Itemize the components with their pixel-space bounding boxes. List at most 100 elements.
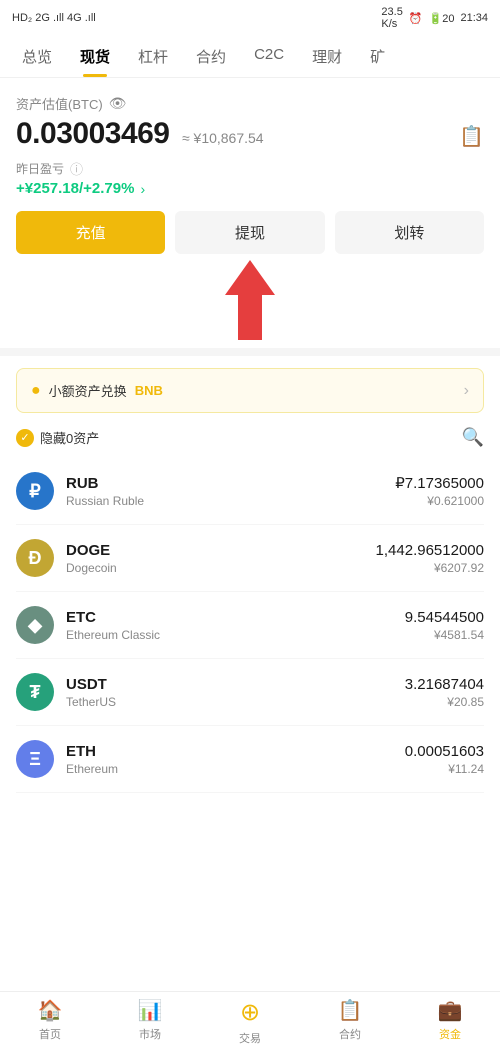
- asset-cny-value: ≈ ¥10,867.54: [182, 130, 264, 146]
- banner-arrow-icon: ›: [464, 382, 469, 400]
- doge-amount: 1,442.96512000 ¥6207.92: [376, 542, 484, 575]
- usdt-qty: 3.21687404: [405, 676, 484, 693]
- arrow-overlay: [16, 260, 484, 340]
- nav-home-label: 首页: [39, 1026, 61, 1042]
- eth-qty: 0.00051603: [405, 743, 484, 760]
- assets-icon: 💼: [438, 998, 463, 1023]
- nav-market-label: 市场: [139, 1026, 161, 1042]
- bottom-nav: 🏠 首页 📊 市场 ⊕ 交易 📋 合约 💼 资金: [0, 991, 500, 1056]
- eye-icon[interactable]: 👁: [109, 95, 127, 112]
- rub-name: Russian Ruble: [66, 494, 395, 508]
- market-icon: 📊: [138, 998, 163, 1023]
- etc-cny: ¥4581.54: [405, 628, 484, 642]
- status-right: 23.5K/s ⏰ 🔋20 21:34: [381, 6, 488, 30]
- battery-icon: 🔋20: [429, 12, 455, 25]
- report-icon[interactable]: 📋: [459, 124, 484, 149]
- tab-overview[interactable]: 总览: [8, 36, 66, 77]
- coin-row-eth[interactable]: Ξ ETH Ethereum 0.00051603 ¥11.24: [16, 726, 484, 793]
- eth-icon: Ξ: [16, 740, 54, 778]
- hide-left: ✓ 隐藏0资产: [16, 428, 99, 447]
- coin-row-etc[interactable]: ◆ ETC Ethereum Classic 9.54544500 ¥4581.…: [16, 592, 484, 659]
- etc-info: ETC Ethereum Classic: [66, 609, 405, 642]
- withdraw-button[interactable]: 提现: [175, 211, 324, 254]
- tab-c2c[interactable]: C2C: [240, 36, 298, 77]
- doge-symbol: DOGE: [66, 542, 376, 559]
- tab-mining[interactable]: 矿: [356, 36, 399, 77]
- usdt-name: TetherUS: [66, 695, 405, 709]
- eth-cny: ¥11.24: [405, 762, 484, 776]
- tab-margin[interactable]: 杠杆: [124, 36, 182, 77]
- etc-symbol: ETC: [66, 609, 405, 626]
- rub-icon: ₽: [16, 472, 54, 510]
- usdt-icon: ₮: [16, 673, 54, 711]
- doge-cny: ¥6207.92: [376, 561, 484, 575]
- nav-market[interactable]: 📊 市场: [100, 998, 200, 1046]
- nav-assets[interactable]: 💼 资金: [400, 998, 500, 1046]
- search-icon[interactable]: 🔍: [462, 427, 484, 448]
- time-display: 21:34: [460, 12, 488, 24]
- rub-cny: ¥0.621000: [395, 494, 484, 508]
- pnl-value: +¥257.18/+2.79%: [16, 180, 134, 197]
- eth-info: ETH Ethereum: [66, 743, 405, 776]
- asset-label: 资产估值(BTC) 👁: [16, 94, 484, 113]
- asset-value-container: 0.03003469 ≈ ¥10,867.54: [16, 117, 264, 151]
- usdt-amount: 3.21687404 ¥20.85: [405, 676, 484, 709]
- pnl-label: 昨日盈亏: [16, 160, 64, 177]
- usdt-cny: ¥20.85: [405, 695, 484, 709]
- coin-row-usdt[interactable]: ₮ USDT TetherUS 3.21687404 ¥20.85: [16, 659, 484, 726]
- section-divider: [0, 348, 500, 356]
- tab-futures[interactable]: 合约: [182, 36, 240, 77]
- usdt-info: USDT TetherUS: [66, 676, 405, 709]
- eth-name: Ethereum: [66, 762, 405, 776]
- bnb-label: BNB: [135, 383, 163, 398]
- coin-row-rub[interactable]: ₽ RUB Russian Ruble ₽7.17365000 ¥0.62100…: [16, 458, 484, 525]
- rub-qty: ₽7.17365000: [395, 474, 484, 492]
- deposit-button[interactable]: 充值: [16, 211, 165, 254]
- status-left: HD₂ 2G .ıll 4G .ıll: [12, 12, 96, 24]
- network-icons: HD₂ 2G .ıll 4G .ıll: [12, 12, 96, 24]
- check-circle-icon[interactable]: ✓: [16, 429, 34, 447]
- nav-trade[interactable]: ⊕ 交易: [200, 998, 300, 1046]
- etc-amount: 9.54544500 ¥4581.54: [405, 609, 484, 642]
- banner-left: ● 小额资产兑换 BNB: [31, 381, 163, 400]
- tab-finance[interactable]: 理财: [298, 36, 356, 77]
- coin-list: ₽ RUB Russian Ruble ₽7.17365000 ¥0.62100…: [16, 458, 484, 793]
- lower-section: ● 小额资产兑换 BNB › ✓ 隐藏0资产 🔍 ₽ RUB Russian R…: [0, 356, 500, 873]
- rub-amount: ₽7.17365000 ¥0.621000: [395, 474, 484, 508]
- main-content: 资产估值(BTC) 👁 0.03003469 ≈ ¥10,867.54 📋 昨日…: [0, 78, 500, 340]
- coin-row-doge[interactable]: Ð DOGE Dogecoin 1,442.96512000 ¥6207.92: [16, 525, 484, 592]
- nav-assets-label: 资金: [439, 1026, 461, 1042]
- doge-qty: 1,442.96512000: [376, 542, 484, 559]
- nav-futures-label: 合约: [339, 1026, 361, 1042]
- etc-name: Ethereum Classic: [66, 628, 405, 642]
- asset-section: 资产估值(BTC) 👁 0.03003469 ≈ ¥10,867.54 📋 昨日…: [16, 94, 484, 197]
- eth-symbol: ETH: [66, 743, 405, 760]
- pnl-row: 昨日盈亏 ⓘ: [16, 159, 484, 178]
- trade-icon: ⊕: [240, 998, 260, 1027]
- alarm-icon: ⏰: [409, 12, 423, 25]
- nav-futures[interactable]: 📋 合约: [300, 998, 400, 1046]
- hide-assets-label: 隐藏0资产: [40, 428, 99, 447]
- rub-symbol: RUB: [66, 475, 395, 492]
- nav-home[interactable]: 🏠 首页: [0, 998, 100, 1046]
- doge-name: Dogecoin: [66, 561, 376, 575]
- pnl-arrow-icon: ›: [140, 181, 145, 197]
- etc-icon: ◆: [16, 606, 54, 644]
- banner-text: 小额资产兑换: [49, 381, 127, 400]
- bnb-icon: ●: [31, 382, 41, 400]
- asset-btc-value: 0.03003469: [16, 117, 170, 150]
- rub-info: RUB Russian Ruble: [66, 475, 395, 508]
- nav-trade-label: 交易: [239, 1030, 261, 1046]
- doge-info: DOGE Dogecoin: [66, 542, 376, 575]
- tab-spot[interactable]: 现货: [66, 36, 124, 77]
- info-icon[interactable]: ⓘ: [70, 159, 83, 178]
- action-buttons: 充值 提现 划转: [16, 211, 484, 254]
- transfer-button[interactable]: 划转: [335, 211, 484, 254]
- doge-icon: Ð: [16, 539, 54, 577]
- red-arrow-icon: [220, 260, 280, 340]
- usdt-symbol: USDT: [66, 676, 405, 693]
- small-assets-banner[interactable]: ● 小额资产兑换 BNB ›: [16, 368, 484, 413]
- speed-indicator: 23.5K/s: [381, 6, 402, 30]
- futures-icon: 📋: [338, 998, 363, 1023]
- hide-assets-row: ✓ 隐藏0资产 🔍: [16, 427, 484, 448]
